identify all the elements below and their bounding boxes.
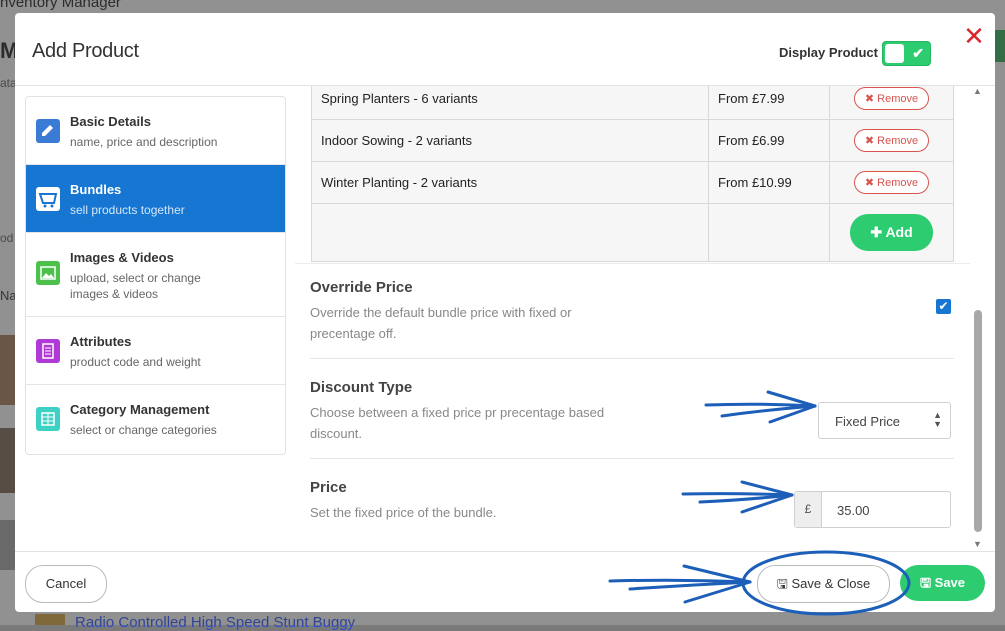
table-row: Spring Planters - 6 variants From £7.99 …: [311, 86, 954, 120]
sidebar-item-subtitle: product code and weight: [70, 355, 201, 369]
price-desc: Set the fixed price of the bundle.: [310, 505, 497, 520]
sidebar-item-attributes[interactable]: Attributes product code and weight: [26, 317, 285, 385]
discount-type-select[interactable]: Fixed Price ▲ ▼: [818, 402, 951, 439]
scroll-down-icon[interactable]: ▼: [973, 539, 982, 549]
bundle-settings: Override Price Override the default bund…: [295, 263, 970, 538]
remove-cell: ✖ Remove: [829, 161, 954, 204]
document-icon: [36, 339, 60, 363]
sidebar-item-category-management[interactable]: Category Management select or change cat…: [26, 385, 285, 453]
sidebar-item-subtitle: sell products together: [70, 203, 185, 217]
remove-button[interactable]: ✖ Remove: [853, 129, 930, 152]
divider: [310, 458, 954, 459]
basket-icon: [36, 187, 60, 211]
add-label: Add: [885, 224, 913, 240]
modal-footer: Cancel 🖫 Save & Close 🖫 Save: [15, 551, 995, 612]
save-close-label: Save & Close: [791, 576, 871, 591]
cancel-button[interactable]: Cancel: [25, 565, 107, 603]
bundle-name: Indoor Sowing - 2 variants: [311, 119, 709, 162]
modal-header: Add Product Display Product ✔ ✕: [15, 13, 995, 86]
plus-icon: ✚: [870, 224, 886, 240]
display-product-label: Display Product: [779, 45, 878, 60]
display-product-toggle[interactable]: ✔: [882, 41, 931, 66]
save-label: Save: [934, 575, 966, 590]
remove-label: Remove: [877, 135, 919, 147]
close-icon: ✖: [864, 135, 878, 147]
modal-title: Add Product: [32, 40, 139, 62]
remove-cell: ✖ Remove: [829, 86, 954, 120]
sidebar-item-title: Bundles: [70, 182, 122, 197]
price-input-group: £ 35.00: [794, 491, 951, 528]
override-price-checkbox[interactable]: ✔: [936, 299, 951, 314]
override-price-desc: Override the default bundle price with f…: [310, 305, 572, 341]
bundle-price: From £7.99: [708, 86, 830, 120]
table-row: Winter Planting - 2 variants From £10.99…: [311, 161, 954, 204]
image-icon: [36, 261, 60, 285]
pencil-icon: [36, 119, 60, 143]
sidebar-item-title: Basic Details: [70, 114, 151, 129]
bundle-price: From £6.99: [708, 119, 830, 162]
sort-arrows-icon: ▲ ▼: [933, 410, 942, 429]
add-cell: ✚ Add: [829, 203, 954, 262]
bundle-table: Spring Planters - 6 variants From £7.99 …: [311, 86, 954, 262]
scrollbar-thumb[interactable]: [974, 310, 982, 532]
discount-type-title: Discount Type: [310, 379, 413, 396]
sidebar-item-basic-details[interactable]: Basic Details name, price and descriptio…: [26, 97, 285, 165]
close-icon[interactable]: ✕: [961, 23, 987, 49]
empty-cell: [708, 203, 830, 262]
override-price-title: Override Price: [310, 279, 413, 296]
sidebar-item-title: Attributes: [70, 334, 132, 349]
bundle-name: Winter Planting - 2 variants: [311, 161, 709, 204]
sidebar-item-subtitle: upload, select or change images & videos: [70, 271, 201, 301]
price-input[interactable]: 35.00: [837, 503, 870, 518]
divider: [310, 358, 954, 359]
close-icon: ✖: [864, 177, 878, 189]
remove-button[interactable]: ✖ Remove: [853, 87, 930, 110]
floppy-icon: 🖫: [919, 575, 935, 590]
table-row: ✚ Add: [311, 203, 954, 262]
sidebar-nav: Basic Details name, price and descriptio…: [25, 96, 286, 455]
empty-cell: [311, 203, 709, 262]
bundle-price: From £10.99: [708, 161, 830, 204]
floppy-icon: 🖫: [776, 576, 792, 591]
discount-type-desc: Choose between a fixed price pr precenta…: [310, 405, 605, 441]
bundle-content-panel: Spring Planters - 6 variants From £7.99 …: [295, 86, 970, 538]
add-product-modal: Add Product Display Product ✔ ✕ Basic De…: [15, 13, 995, 612]
scroll-up-icon[interactable]: ▲: [973, 86, 982, 96]
sidebar-item-title: Category Management: [70, 402, 210, 417]
bundle-name: Spring Planters - 6 variants: [311, 86, 709, 120]
sidebar-item-subtitle: select or change categories: [70, 423, 217, 437]
remove-label: Remove: [877, 93, 919, 105]
check-icon: ✔: [912, 45, 924, 61]
table-row: Indoor Sowing - 2 variants From £6.99 ✖ …: [311, 119, 954, 162]
sidebar-item-images-videos[interactable]: Images & Videos upload, select or change…: [26, 233, 285, 317]
discount-type-value: Fixed Price: [835, 414, 901, 429]
sidebar-item-title: Images & Videos: [70, 250, 174, 265]
remove-cell: ✖ Remove: [829, 119, 954, 162]
save-close-button[interactable]: 🖫 Save & Close: [757, 565, 890, 603]
save-button[interactable]: 🖫 Save: [900, 565, 985, 601]
sidebar-item-subtitle: name, price and description: [70, 135, 218, 149]
content-scrollbar[interactable]: ▲ ▼: [972, 86, 984, 550]
currency-addon: £: [795, 492, 822, 527]
remove-label: Remove: [877, 177, 919, 189]
override-price-row: Override Price Override the default bund…: [310, 279, 954, 344]
grid-icon: [36, 407, 60, 431]
remove-button[interactable]: ✖ Remove: [853, 171, 930, 194]
sidebar-item-bundles[interactable]: Bundles sell products together: [26, 165, 285, 233]
add-button[interactable]: ✚ Add: [850, 214, 933, 251]
close-icon: ✖: [864, 93, 878, 105]
toggle-knob: [885, 44, 904, 63]
